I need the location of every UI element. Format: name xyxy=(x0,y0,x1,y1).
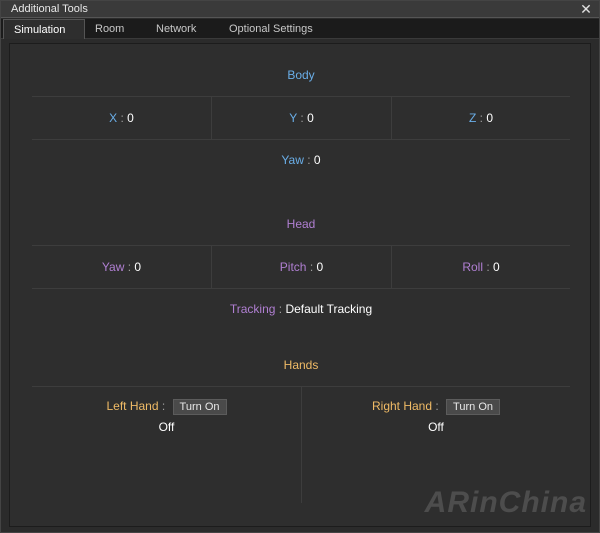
divider xyxy=(32,245,570,246)
body-z-value: 0 xyxy=(486,111,494,125)
tab-room[interactable]: Room xyxy=(85,19,141,39)
body-z-readout: Z : 0 xyxy=(468,111,494,125)
body-yaw-readout: Yaw : 0 xyxy=(281,153,321,167)
head-yaw-value: 0 xyxy=(134,260,142,274)
left-hand-label: Left Hand xyxy=(106,399,159,414)
tab-network[interactable]: Network xyxy=(146,19,212,39)
head-pitch-readout: Pitch : 0 xyxy=(279,260,324,274)
tab-bar: Simulation Room Network Optional Setting… xyxy=(1,19,599,39)
watermark-logo: ARinChina xyxy=(424,486,587,519)
left-hand-control: Left Hand : Turn On xyxy=(32,399,301,415)
body-yaw-label: Yaw xyxy=(281,153,304,167)
head-section-title: Head xyxy=(286,217,316,231)
close-icon[interactable]: ✕ xyxy=(579,1,593,17)
head-tracking-readout: Tracking : Default Tracking xyxy=(229,302,373,316)
head-tracking-value: Default Tracking xyxy=(285,302,373,316)
hands-section-title: Hands xyxy=(283,358,319,372)
divider xyxy=(32,288,570,289)
right-hand-turn-on-button[interactable]: Turn On xyxy=(446,399,500,415)
head-roll-value: 0 xyxy=(493,260,500,274)
body-x-value: 0 xyxy=(127,111,134,125)
head-yaw-label: Yaw xyxy=(101,260,125,274)
body-x-readout: X : 0 xyxy=(109,111,134,125)
body-y-value: 0 xyxy=(307,111,314,125)
right-hand-status: Off xyxy=(428,420,444,434)
body-y-readout: Y : 0 xyxy=(289,111,314,125)
body-yaw-value: 0 xyxy=(313,153,321,167)
body-section-title: Body xyxy=(287,68,315,82)
divider xyxy=(32,139,570,140)
divider xyxy=(32,96,570,97)
right-hand-control: Right Hand : Turn On xyxy=(302,399,570,415)
head-roll-label: Roll xyxy=(462,260,483,274)
title-bar[interactable]: Additional Tools ✕ xyxy=(1,1,599,18)
left-hand-status: Off xyxy=(158,420,175,434)
head-roll-readout: Roll : 0 xyxy=(462,260,500,274)
head-tracking-label: Tracking xyxy=(229,302,276,316)
body-y-label: Y xyxy=(289,111,298,125)
head-pitch-label: Pitch xyxy=(279,260,307,274)
tab-simulation[interactable]: Simulation xyxy=(3,19,85,39)
left-hand-turn-on-button[interactable]: Turn On xyxy=(172,399,227,415)
additional-tools-window: Additional Tools ✕ Simulation Room Netwo… xyxy=(0,0,600,533)
head-yaw-readout: Yaw : 0 xyxy=(101,260,142,274)
head-pitch-value: 0 xyxy=(316,260,324,274)
window-title: Additional Tools xyxy=(11,3,88,15)
right-hand-label: Right Hand xyxy=(371,399,433,414)
tab-optional-settings[interactable]: Optional Settings xyxy=(219,19,329,39)
body-x-label: X xyxy=(109,111,118,125)
simulation-panel: Body X : 0 Y : 0 Z : 0 Yaw : 0 Head Yaw … xyxy=(9,43,591,527)
